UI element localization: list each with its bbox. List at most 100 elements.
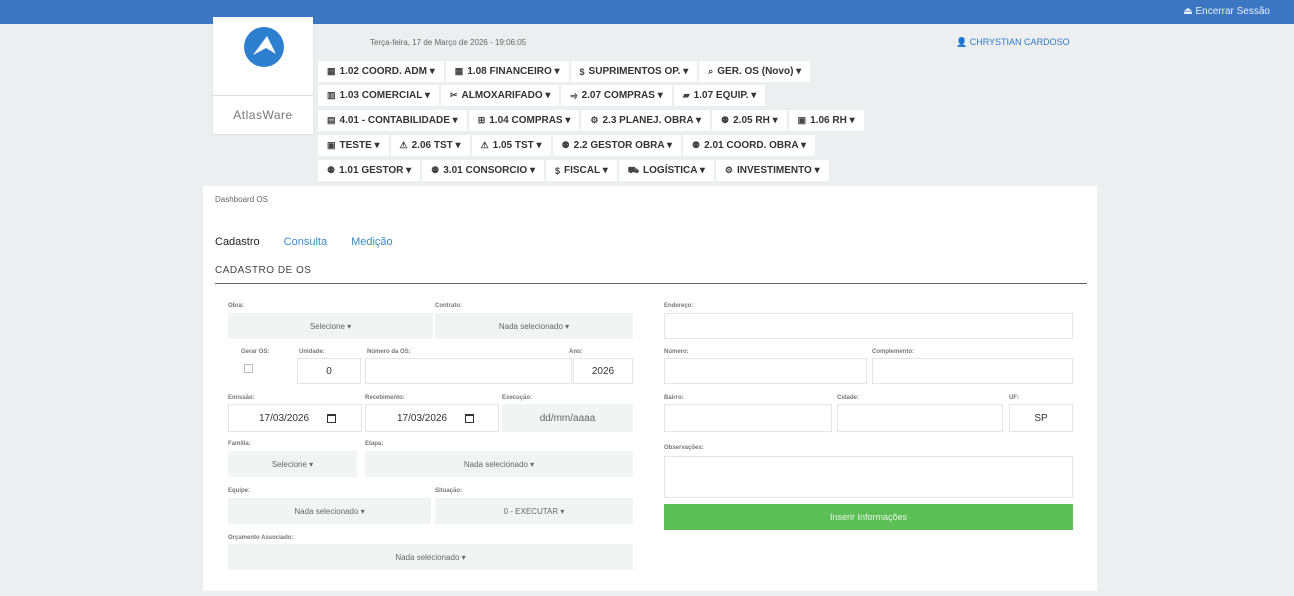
ano-input[interactable]: 2026: [573, 358, 633, 384]
menu-item[interactable]: ▦ 1.08 FINANCEIRO ▾: [445, 61, 569, 82]
numero-os-input[interactable]: [365, 358, 572, 384]
tab-cadastro[interactable]: Cadastro: [215, 236, 260, 248]
menu-item[interactable]: ▦ 1.02 COORD. ADM ▾: [318, 61, 444, 82]
menu-item[interactable]: ⚠ 2.06 TST ▾: [390, 135, 470, 156]
menu-icon: ⚙: [724, 165, 733, 175]
menu-item[interactable]: ⚙ 2.3 PLANEJ. OBRA ▾: [581, 110, 711, 131]
emissao-value: 17/03/2026: [259, 412, 310, 424]
emissao-label: Emissão:: [228, 395, 255, 401]
menu-icon: ⌕: [708, 66, 714, 76]
numero-label: Número:: [664, 349, 689, 355]
logout-link[interactable]: ⏏ Encerrar Sessão: [1183, 6, 1270, 17]
tab-medicao[interactable]: Medição: [351, 236, 393, 248]
menu-item[interactable]: ▣ 1.06 RH ▾: [788, 110, 864, 131]
user-name[interactable]: 👤 CHRYSTIAN CARDOSO: [956, 37, 1070, 48]
menu-item[interactable]: ⚠ 1.05 TST ▾: [471, 135, 551, 156]
menu-icon: ⚠: [480, 140, 489, 150]
execucao-date[interactable]: dd/mm/aaaa: [502, 404, 633, 432]
bairro-input[interactable]: [664, 404, 832, 432]
etapa-label: Etapa:: [365, 441, 384, 447]
menu-item-label: 1.08 FINANCEIRO ▾: [467, 66, 560, 77]
calendar-icon[interactable]: [465, 413, 475, 423]
menu-item-label: 1.02 COORD. ADM ▾: [339, 66, 435, 77]
menu-icon: ⛟: [627, 164, 640, 175]
cidade-input[interactable]: [837, 404, 1003, 432]
menu-icon: $: [554, 165, 560, 176]
numero-os-label: Número da OS:: [367, 349, 411, 355]
brand-logo[interactable]: AtlasWare: [213, 17, 313, 134]
menu-item[interactable]: ▰ 1.07 EQUIP. ▾: [673, 85, 766, 106]
contrato-select[interactable]: Nada selecionado ▾: [435, 313, 633, 339]
numero-input[interactable]: [664, 358, 867, 384]
menu-item[interactable]: ⚉ 1.01 GESTOR ▾: [318, 160, 421, 181]
menu-icon: ⚉: [561, 140, 570, 150]
orcamento-select[interactable]: Nada selecionado ▾: [228, 544, 633, 570]
unidade-input[interactable]: 0: [297, 358, 361, 384]
menu-item[interactable]: $ SUPRIMENTOS OP. ▾: [570, 61, 698, 82]
logo-icon: [244, 27, 284, 67]
gerar-os-checkbox[interactable]: [244, 364, 253, 373]
complemento-input[interactable]: [872, 358, 1073, 384]
uf-input[interactable]: SP: [1009, 404, 1073, 432]
menu-icon: ▣: [797, 115, 807, 125]
menu-icon: $: [579, 66, 585, 77]
menu-icon: ⚉: [327, 165, 336, 175]
menu-item[interactable]: ▥ 1.03 COMERCIAL ▾: [318, 85, 439, 106]
menu-icon: ⊞: [477, 115, 486, 125]
menu-item-label: 1.06 RH ▾: [810, 115, 855, 126]
brand-name: AtlasWare: [213, 95, 313, 122]
menu-icon: ⥤: [570, 90, 578, 100]
situacao-select[interactable]: 0 - EXECUTAR ▾: [435, 498, 633, 524]
situacao-label: Situação:: [435, 488, 463, 494]
equipe-select[interactable]: Nada selecionado ▾: [228, 498, 431, 524]
familia-select[interactable]: Selecione ▾: [228, 451, 357, 477]
top-bar: ⏏ Encerrar Sessão: [0, 0, 1294, 24]
endereco-input[interactable]: [664, 313, 1073, 339]
menu-item[interactable]: ⚉ 2.05 RH ▾: [712, 110, 787, 131]
menu-item[interactable]: ⚉ 2.2 GESTOR OBRA ▾: [552, 135, 682, 156]
menu-icon: ⚉: [431, 165, 440, 175]
menu-item[interactable]: ⥤ 2.07 COMPRAS ▾: [561, 85, 672, 106]
equipe-label: Equipe:: [228, 488, 250, 494]
menu-item[interactable]: ⚉ 3.01 CONSORCIO ▾: [422, 160, 544, 181]
unidade-label: Unidade:: [299, 349, 325, 355]
obra-select[interactable]: Selecione ▾: [228, 313, 433, 339]
emissao-date[interactable]: 17/03/2026: [228, 404, 362, 432]
menu-item[interactable]: ▣ TESTE ▾: [318, 135, 389, 156]
user-label: CHRYSTIAN CARDOSO: [969, 37, 1070, 47]
menu-item[interactable]: ⌕ GER. OS (Novo) ▾: [699, 61, 811, 82]
menu-item-label: 3.01 CONSORCIO ▾: [443, 165, 535, 176]
menu-icon: ⚙: [590, 115, 599, 125]
etapa-select[interactable]: Nada selecionado ▾: [365, 451, 633, 477]
menu-item[interactable]: ⚉ 2.01 COORD. OBRA ▾: [683, 135, 815, 156]
menu-item[interactable]: ▤ 4.01 - CONTABILIDADE ▾: [318, 110, 467, 131]
menu-item-label: SUPRIMENTOS OP. ▾: [588, 66, 689, 77]
menu-item-label: 2.2 GESTOR OBRA ▾: [573, 140, 673, 151]
recebimento-date[interactable]: 17/03/2026: [365, 404, 499, 432]
tab-bar: Cadastro Consulta Medição: [215, 236, 393, 248]
observacoes-textarea[interactable]: [664, 456, 1073, 498]
cidade-label: Cidade:: [837, 395, 860, 401]
execucao-label: Execução:: [502, 395, 533, 401]
menu-item-label: 1.03 COMERCIAL ▾: [339, 90, 430, 101]
menu-icon: ▤: [327, 115, 336, 125]
menu-item[interactable]: $ FISCAL ▾: [545, 160, 617, 181]
submit-button[interactable]: Inserir Informações: [664, 504, 1073, 530]
menu-icon: ▰: [682, 90, 690, 100]
menu-icon: ⚠: [399, 140, 408, 150]
endereco-label: Endereço:: [664, 303, 694, 309]
menu-item-label: 2.05 RH ▾: [733, 115, 778, 126]
calendar-icon[interactable]: [327, 413, 337, 423]
menu-item-label: 2.01 COORD. OBRA ▾: [704, 140, 806, 151]
tab-consulta[interactable]: Consulta: [284, 236, 327, 248]
menu-item-label: ALMOXARIFADO ▾: [461, 90, 551, 101]
menu-item[interactable]: ⊞ 1.04 COMPRAS ▾: [468, 110, 580, 131]
menu-item-label: 2.3 PLANEJ. OBRA ▾: [602, 115, 702, 126]
recebimento-value: 17/03/2026: [397, 412, 448, 424]
menu-item[interactable]: ✂ ALMOXARIFADO ▾: [440, 85, 560, 106]
menu-item-label: LOGÍSTICA ▾: [643, 165, 705, 176]
menu-item-label: 1.01 GESTOR ▾: [339, 165, 412, 176]
menu-item[interactable]: ⚙ INVESTIMENTO ▾: [715, 160, 829, 181]
contrato-label: Contrato:: [435, 303, 462, 309]
menu-item[interactable]: ⛟ LOGÍSTICA ▾: [618, 160, 714, 181]
